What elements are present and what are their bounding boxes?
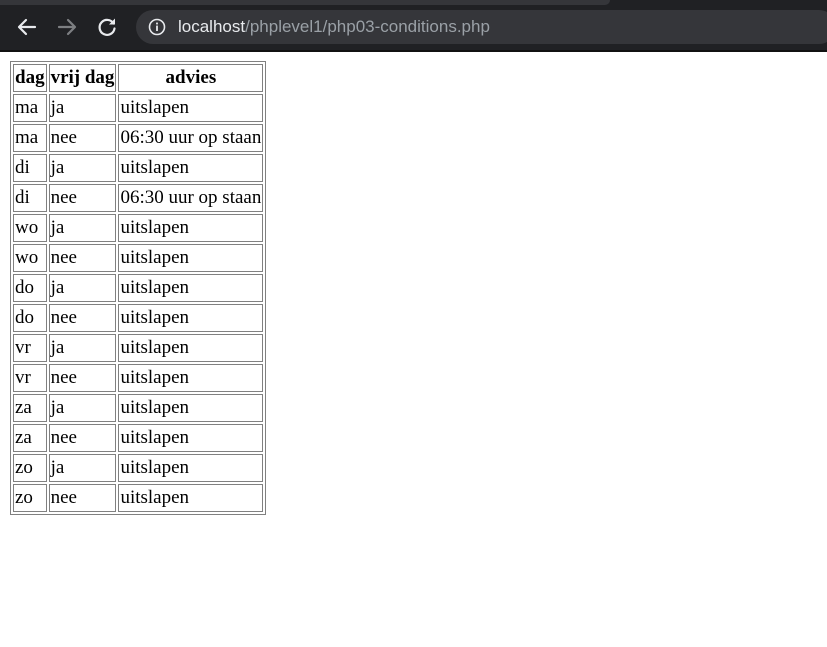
cell-advies: 06:30 uur op staan: [118, 124, 264, 152]
cell-vrij-dag: nee: [48, 304, 117, 332]
cell-vrij-dag: ja: [48, 454, 117, 482]
table-row: ma ja uitslapen: [13, 94, 264, 122]
cell-vrij-dag: nee: [48, 484, 117, 512]
column-header-advies: advies: [118, 64, 264, 92]
cell-vrij-dag: ja: [48, 154, 117, 182]
advice-table: dag vrij dag advies ma ja uitslapen ma n…: [10, 61, 267, 515]
cell-dag: vr: [13, 364, 47, 392]
reload-icon: [98, 18, 116, 36]
column-header-vrij-dag: vrij dag: [48, 64, 117, 92]
cell-advies: uitslapen: [118, 454, 264, 482]
table-row: di ja uitslapen: [13, 154, 264, 182]
table-row: di nee 06:30 uur op staan: [13, 184, 264, 212]
table-row: vr nee uitslapen: [13, 364, 264, 392]
address-bar[interactable]: localhost/phplevel1/php03-conditions.php: [136, 10, 827, 44]
cell-dag: wo: [13, 244, 47, 272]
cell-vrij-dag: ja: [48, 274, 117, 302]
url-host: localhost: [178, 17, 246, 36]
arrow-right-icon: [57, 18, 77, 36]
cell-advies: 06:30 uur op staan: [118, 184, 264, 212]
table-row: zo nee uitslapen: [13, 484, 264, 512]
table-row: za nee uitslapen: [13, 424, 264, 452]
cell-advies: uitslapen: [118, 304, 264, 332]
table-row: wo ja uitslapen: [13, 214, 264, 242]
url-text[interactable]: localhost/phplevel1/php03-conditions.php: [178, 17, 490, 37]
cell-advies: uitslapen: [118, 274, 264, 302]
cell-dag: di: [13, 184, 47, 212]
table-row: do nee uitslapen: [13, 304, 264, 332]
table-header-row: dag vrij dag advies: [13, 64, 264, 92]
url-path: /phplevel1/php03-conditions.php: [245, 17, 490, 36]
table-row: ma nee 06:30 uur op staan: [13, 124, 264, 152]
cell-advies: uitslapen: [118, 334, 264, 362]
cell-vrij-dag: ja: [48, 214, 117, 242]
cell-advies: uitslapen: [118, 424, 264, 452]
cell-dag: za: [13, 394, 47, 422]
cell-dag: vr: [13, 334, 47, 362]
cell-vrij-dag: ja: [48, 334, 117, 362]
cell-vrij-dag: ja: [48, 394, 117, 422]
cell-dag: ma: [13, 94, 47, 122]
cell-vrij-dag: nee: [48, 184, 117, 212]
cell-dag: za: [13, 424, 47, 452]
cell-vrij-dag: nee: [48, 244, 117, 272]
cell-dag: di: [13, 154, 47, 182]
cell-dag: zo: [13, 484, 47, 512]
cell-advies: uitslapen: [118, 394, 264, 422]
table-row: do ja uitslapen: [13, 274, 264, 302]
cell-vrij-dag: nee: [48, 364, 117, 392]
table-row: wo nee uitslapen: [13, 244, 264, 272]
table-row: zo ja uitslapen: [13, 454, 264, 482]
forward-button[interactable]: [52, 12, 82, 42]
cell-advies: uitslapen: [118, 214, 264, 242]
cell-dag: zo: [13, 454, 47, 482]
info-icon[interactable]: [148, 18, 166, 36]
cell-vrij-dag: ja: [48, 94, 117, 122]
back-button[interactable]: [12, 12, 42, 42]
reload-button[interactable]: [92, 12, 122, 42]
cell-vrij-dag: nee: [48, 124, 117, 152]
cell-advies: uitslapen: [118, 94, 264, 122]
table-body: ma ja uitslapen ma nee 06:30 uur op staa…: [13, 94, 264, 512]
table-row: vr ja uitslapen: [13, 334, 264, 362]
page-content: dag vrij dag advies ma ja uitslapen ma n…: [0, 52, 827, 647]
column-header-dag: dag: [13, 64, 47, 92]
cell-dag: wo: [13, 214, 47, 242]
cell-advies: uitslapen: [118, 154, 264, 182]
browser-toolbar: localhost/phplevel1/php03-conditions.php: [0, 0, 827, 52]
cell-advies: uitslapen: [118, 364, 264, 392]
tab-strip-edge: [0, 0, 610, 5]
cell-vrij-dag: nee: [48, 424, 117, 452]
cell-advies: uitslapen: [118, 484, 264, 512]
arrow-left-icon: [17, 18, 37, 36]
table-row: za ja uitslapen: [13, 394, 264, 422]
cell-dag: do: [13, 274, 47, 302]
cell-dag: ma: [13, 124, 47, 152]
cell-dag: do: [13, 304, 47, 332]
cell-advies: uitslapen: [118, 244, 264, 272]
